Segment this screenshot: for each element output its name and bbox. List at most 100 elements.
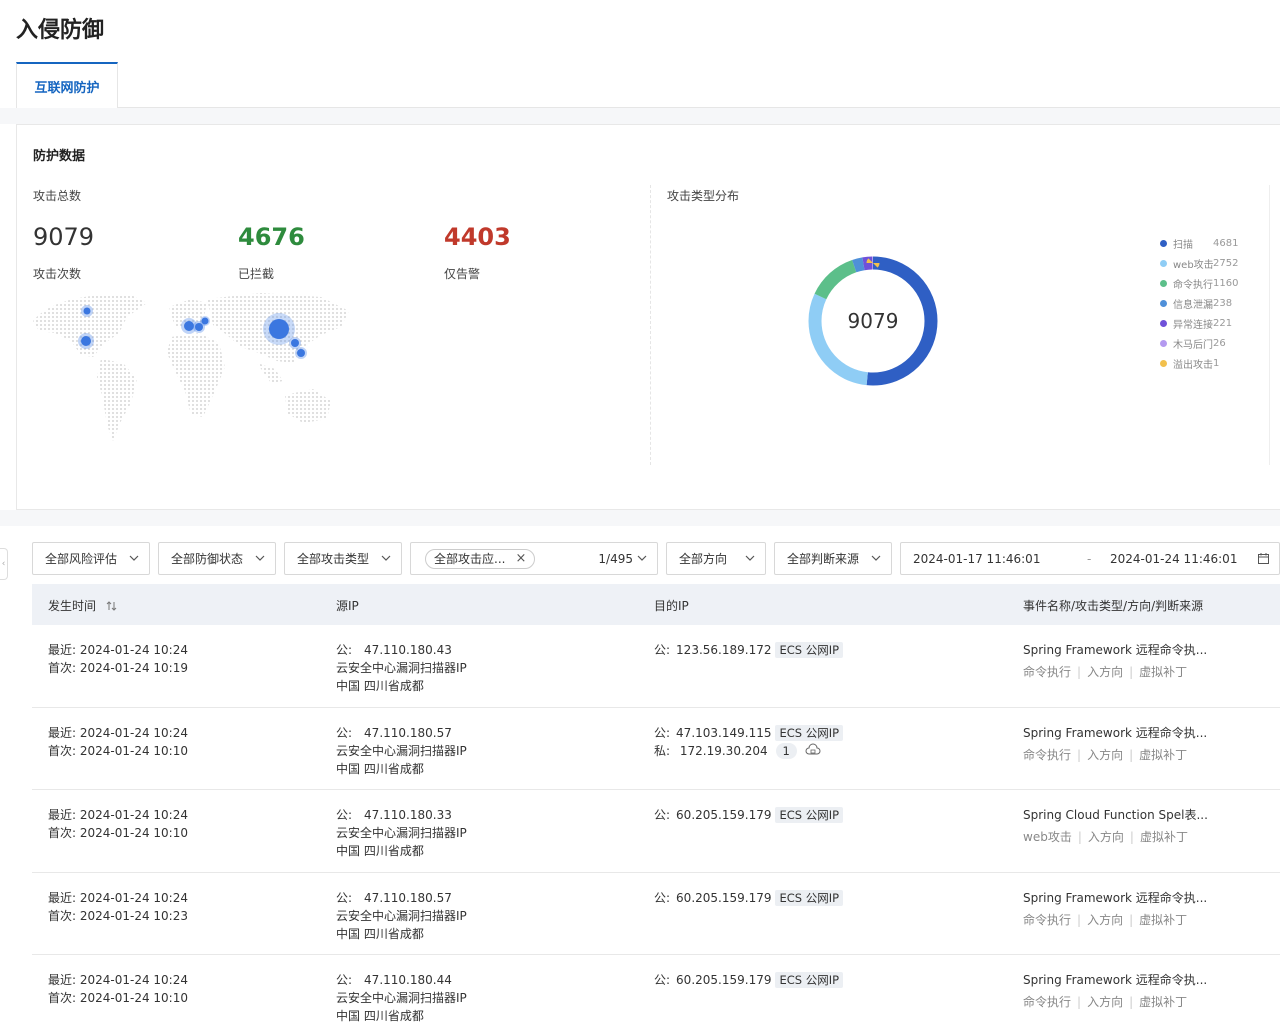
attack-type-legend: 扫描 4681 web攻击 2752 命令执行 1160 信息泄漏 238 异常连接 22…: [1160, 233, 1270, 373]
legend-name: 命令执行: [1173, 279, 1213, 291]
destination-ip[interactable]: 123.56.189.172: [676, 643, 771, 657]
direction: 入方向: [1087, 665, 1124, 679]
legend-dot: [1160, 259, 1167, 267]
latest-time: 最近: 2024-01-24 10:24: [48, 643, 188, 657]
defense-status-select[interactable]: 全部防御状态: [158, 542, 276, 575]
cloud-server-icon[interactable]: [805, 743, 821, 757]
source-ip-location: 中国 四川省成都: [336, 1009, 424, 1023]
chevron-down-icon: [129, 555, 139, 561]
close-icon[interactable]: ×: [515, 551, 526, 566]
header-event: 事件名称/攻击类型/方向/判断来源: [1023, 599, 1204, 613]
legend-name: web攻击: [1173, 259, 1214, 271]
date-start[interactable]: 2024-01-17 11:46:01: [913, 552, 1040, 566]
header-source-ip: 源IP: [336, 599, 359, 613]
source-ip[interactable]: 47.110.180.44: [364, 973, 452, 987]
header-time[interactable]: 发生时间: [48, 597, 118, 614]
table-row[interactable]: 最近: 2024-01-24 10:24 首次: 2024-01-24 10:1…: [32, 708, 1280, 790]
event-name[interactable]: Spring Framework 远程命令执...: [1023, 724, 1207, 742]
destination-ip[interactable]: 47.103.149.115: [676, 726, 771, 740]
table-row[interactable]: 最近: 2024-01-24 10:24 首次: 2024-01-24 10:1…: [32, 625, 1280, 708]
event-name[interactable]: Spring Framework 远程命令执...: [1023, 641, 1207, 659]
private-ip-line: 私: 172.19.30.204 1: [654, 742, 843, 760]
source-ip-location: 中国 四川省成都: [336, 679, 424, 693]
source-ip[interactable]: 47.110.180.57: [364, 726, 452, 740]
attack-count-label: 攻击次数: [33, 267, 82, 281]
calendar-icon[interactable]: [1258, 553, 1269, 564]
ip-type-tag: ECS 公网IP: [775, 889, 844, 906]
judge-source: 虚拟补丁: [1139, 830, 1188, 844]
ip-prefix: 公:: [336, 643, 353, 657]
sort-icon[interactable]: [106, 601, 118, 611]
judge-source-select[interactable]: 全部判断来源: [774, 542, 892, 575]
legend-dot: [1160, 319, 1167, 327]
tab-internet-protection[interactable]: 互联网防护: [16, 62, 118, 108]
ip-prefix: 公:: [336, 725, 353, 740]
legend-dot: [1160, 339, 1167, 347]
ip-prefix: 公:: [336, 808, 353, 822]
latest-time: 最近: 2024-01-24 10:24: [48, 973, 188, 987]
blocked-label: 已拦截: [238, 267, 275, 281]
ip-prefix: 公:: [654, 643, 671, 657]
direction: 入方向: [1087, 830, 1124, 844]
destination-ip-cell: 公: 60.205.159.179 ECS 公网IP: [654, 889, 844, 907]
table-row[interactable]: 最近: 2024-01-24 10:24 首次: 2024-01-24 10:1…: [32, 790, 1280, 873]
section-gap: [0, 108, 1280, 124]
alert-only-label: 仅告警: [444, 267, 481, 281]
attack-application-select[interactable]: 全部攻击应... × 1/495: [410, 542, 658, 575]
attack-events-table: 发生时间 源IP 目的IP 事件名称/攻击类型/方向/判断来源 最近: 2024…: [32, 584, 1280, 1026]
select-value: 全部风险评估: [45, 552, 118, 566]
ip-prefix: 公:: [336, 973, 353, 987]
source-ip-cell: 公: 47.110.180.33 云安全中心漏洞扫描器IP 中国 四川省成都: [336, 806, 467, 860]
table-row[interactable]: 最近: 2024-01-24 10:24 首次: 2024-01-24 10:2…: [32, 873, 1280, 955]
direction: 入方向: [1087, 995, 1124, 1009]
event-name[interactable]: Spring Framework 远程命令执...: [1023, 971, 1207, 989]
source-ip[interactable]: 47.110.180.57: [364, 891, 452, 905]
table-row[interactable]: 最近: 2024-01-24 10:24 首次: 2024-01-24 10:1…: [32, 955, 1280, 1026]
legend-value: 26: [1213, 337, 1226, 349]
event-name[interactable]: Spring Framework 远程命令执...: [1023, 889, 1207, 907]
destination-ip[interactable]: 60.205.159.179: [676, 973, 771, 987]
event-cell: Spring Framework 远程命令执... 命令执行 | 入方向 | 虚拟补丁: [1023, 641, 1208, 679]
source-ip-cell: 公: 47.110.180.57 云安全中心漏洞扫描器IP 中国 四川省成都: [336, 889, 467, 943]
destination-ip[interactable]: 60.205.159.179: [676, 891, 771, 905]
legend-value: 1: [1213, 357, 1220, 369]
legend-name: 扫描: [1173, 239, 1193, 251]
source-ip[interactable]: 47.110.180.43: [364, 643, 452, 657]
ip-type-tag: ECS 公网IP: [775, 724, 844, 741]
risk-assessment-select[interactable]: 全部风险评估: [32, 542, 150, 575]
legend-item: web攻击 2752: [1160, 253, 1270, 273]
time-cell: 最近: 2024-01-24 10:24 首次: 2024-01-24 10:1…: [48, 806, 188, 842]
time-cell: 最近: 2024-01-24 10:24 首次: 2024-01-24 10:1…: [48, 971, 188, 1007]
legend-dot: [1160, 239, 1167, 247]
source-ip[interactable]: 47.110.180.33: [364, 808, 452, 822]
blocked-value: 4676: [238, 223, 305, 251]
event-name[interactable]: Spring Cloud Function Spel表...: [1023, 806, 1208, 824]
legend-item: 信息泄漏 238: [1160, 293, 1270, 313]
ip-prefix: 私:: [654, 743, 671, 758]
attack-type-select[interactable]: 全部攻击类型: [284, 542, 402, 575]
time-cell: 最近: 2024-01-24 10:24 首次: 2024-01-24 10:1…: [48, 641, 188, 677]
donut-center-total: 9079: [848, 309, 899, 333]
direction-select[interactable]: 全部方向: [666, 542, 766, 575]
ip-type-tag: ECS 公网IP: [775, 807, 844, 823]
event-cell: Spring Cloud Function Spel表... web攻击 | 入方向…: [1023, 806, 1208, 844]
latest-time: 最近: 2024-01-24 10:24: [48, 808, 188, 822]
first-time: 首次: 2024-01-24 10:23: [48, 908, 188, 923]
ip-prefix: 公:: [654, 808, 671, 822]
date-range-picker[interactable]: 2024-01-17 11:46:01 - 2024-01-24 11:46:0…: [900, 542, 1280, 575]
card-title: 防护数据: [33, 149, 86, 164]
page-title: 入侵防御: [16, 18, 105, 43]
chevron-down-icon: [871, 555, 881, 561]
private-ip[interactable]: 172.19.30.204: [680, 744, 768, 758]
destination-ip[interactable]: 60.205.159.179: [676, 808, 771, 822]
first-time: 首次: 2024-01-24 10:10: [48, 991, 188, 1005]
legend-value: 221: [1213, 317, 1233, 329]
total-attacks-label: 攻击总数: [33, 189, 82, 203]
event-cell: Spring Framework 远程命令执... 命令执行 | 入方向 | 虚拟补丁: [1023, 889, 1208, 927]
source-ip-location: 中国 四川省成都: [336, 926, 424, 941]
date-end[interactable]: 2024-01-24 11:46:01: [1110, 552, 1237, 566]
judge-source: 虚拟补丁: [1139, 665, 1188, 679]
attack-type: 命令执行: [1023, 747, 1072, 762]
source-ip-description: 云安全中心漏洞扫描器IP: [336, 908, 467, 923]
legend-item: 溢出攻击 1: [1160, 353, 1270, 373]
